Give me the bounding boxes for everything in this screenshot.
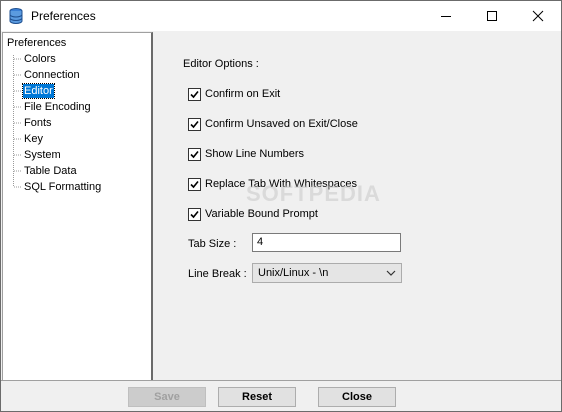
line-break-label: Line Break :	[188, 268, 247, 280]
check-icon	[190, 120, 199, 129]
tree-item-system[interactable]: System	[23, 148, 62, 162]
tree-root[interactable]: Preferences	[7, 37, 66, 49]
tree-item-key[interactable]: Key	[23, 132, 44, 146]
close-window-button[interactable]	[515, 1, 561, 31]
reset-button[interactable]: Reset	[218, 387, 296, 407]
checkbox-label: Confirm on Exit	[205, 88, 281, 100]
footer-divider	[1, 380, 561, 381]
check-icon	[190, 90, 199, 99]
checkbox-label: Variable Bound Prompt	[205, 208, 318, 220]
preferences-tree[interactable]: Preferences Colors Connection Editor Fil…	[2, 32, 153, 381]
check-icon	[190, 150, 199, 159]
close-button[interactable]: Close	[318, 387, 396, 407]
minimize-icon	[441, 16, 451, 17]
window-title: Preferences	[31, 9, 96, 23]
tree-item-file-encoding[interactable]: File Encoding	[23, 100, 92, 114]
tree-item-connection[interactable]: Connection	[23, 68, 81, 82]
checkbox-box	[188, 88, 201, 101]
checkbox-box	[188, 118, 201, 131]
checkbox-box	[188, 148, 201, 161]
tab-size-input[interactable]: 4	[252, 233, 401, 252]
title-bar: Preferences	[1, 1, 561, 31]
minimize-button[interactable]	[423, 1, 469, 31]
close-icon	[532, 10, 544, 22]
maximize-button[interactable]	[469, 1, 515, 31]
maximize-icon	[487, 11, 497, 21]
check-icon	[190, 210, 199, 219]
tree-item-table-data[interactable]: Table Data	[23, 164, 78, 178]
database-icon	[9, 8, 23, 24]
tab-size-label: Tab Size :	[188, 238, 237, 250]
chevron-down-icon	[386, 270, 396, 276]
preferences-window: Preferences Preferences Colors Connectio…	[0, 0, 562, 412]
watermark: SOFTPEDIA	[246, 181, 381, 206]
checkbox-box	[188, 208, 201, 221]
tree-connector-lines	[13, 55, 22, 188]
tree-item-colors[interactable]: Colors	[23, 52, 57, 66]
check-icon	[190, 180, 199, 189]
editor-options-heading: Editor Options :	[183, 58, 259, 70]
line-break-select[interactable]: Unix/Linux - \n	[252, 263, 402, 283]
save-button[interactable]: Save	[128, 387, 206, 407]
line-break-value: Unix/Linux - \n	[258, 267, 329, 279]
checkbox-box	[188, 178, 201, 191]
checkbox-label: Show Line Numbers	[205, 148, 305, 160]
tree-item-editor[interactable]: Editor	[22, 83, 55, 99]
tree-item-sql-formatting[interactable]: SQL Formatting	[23, 180, 102, 194]
checkbox-label: Confirm Unsaved on Exit/Close	[205, 118, 358, 130]
tree-item-fonts[interactable]: Fonts	[23, 116, 53, 130]
